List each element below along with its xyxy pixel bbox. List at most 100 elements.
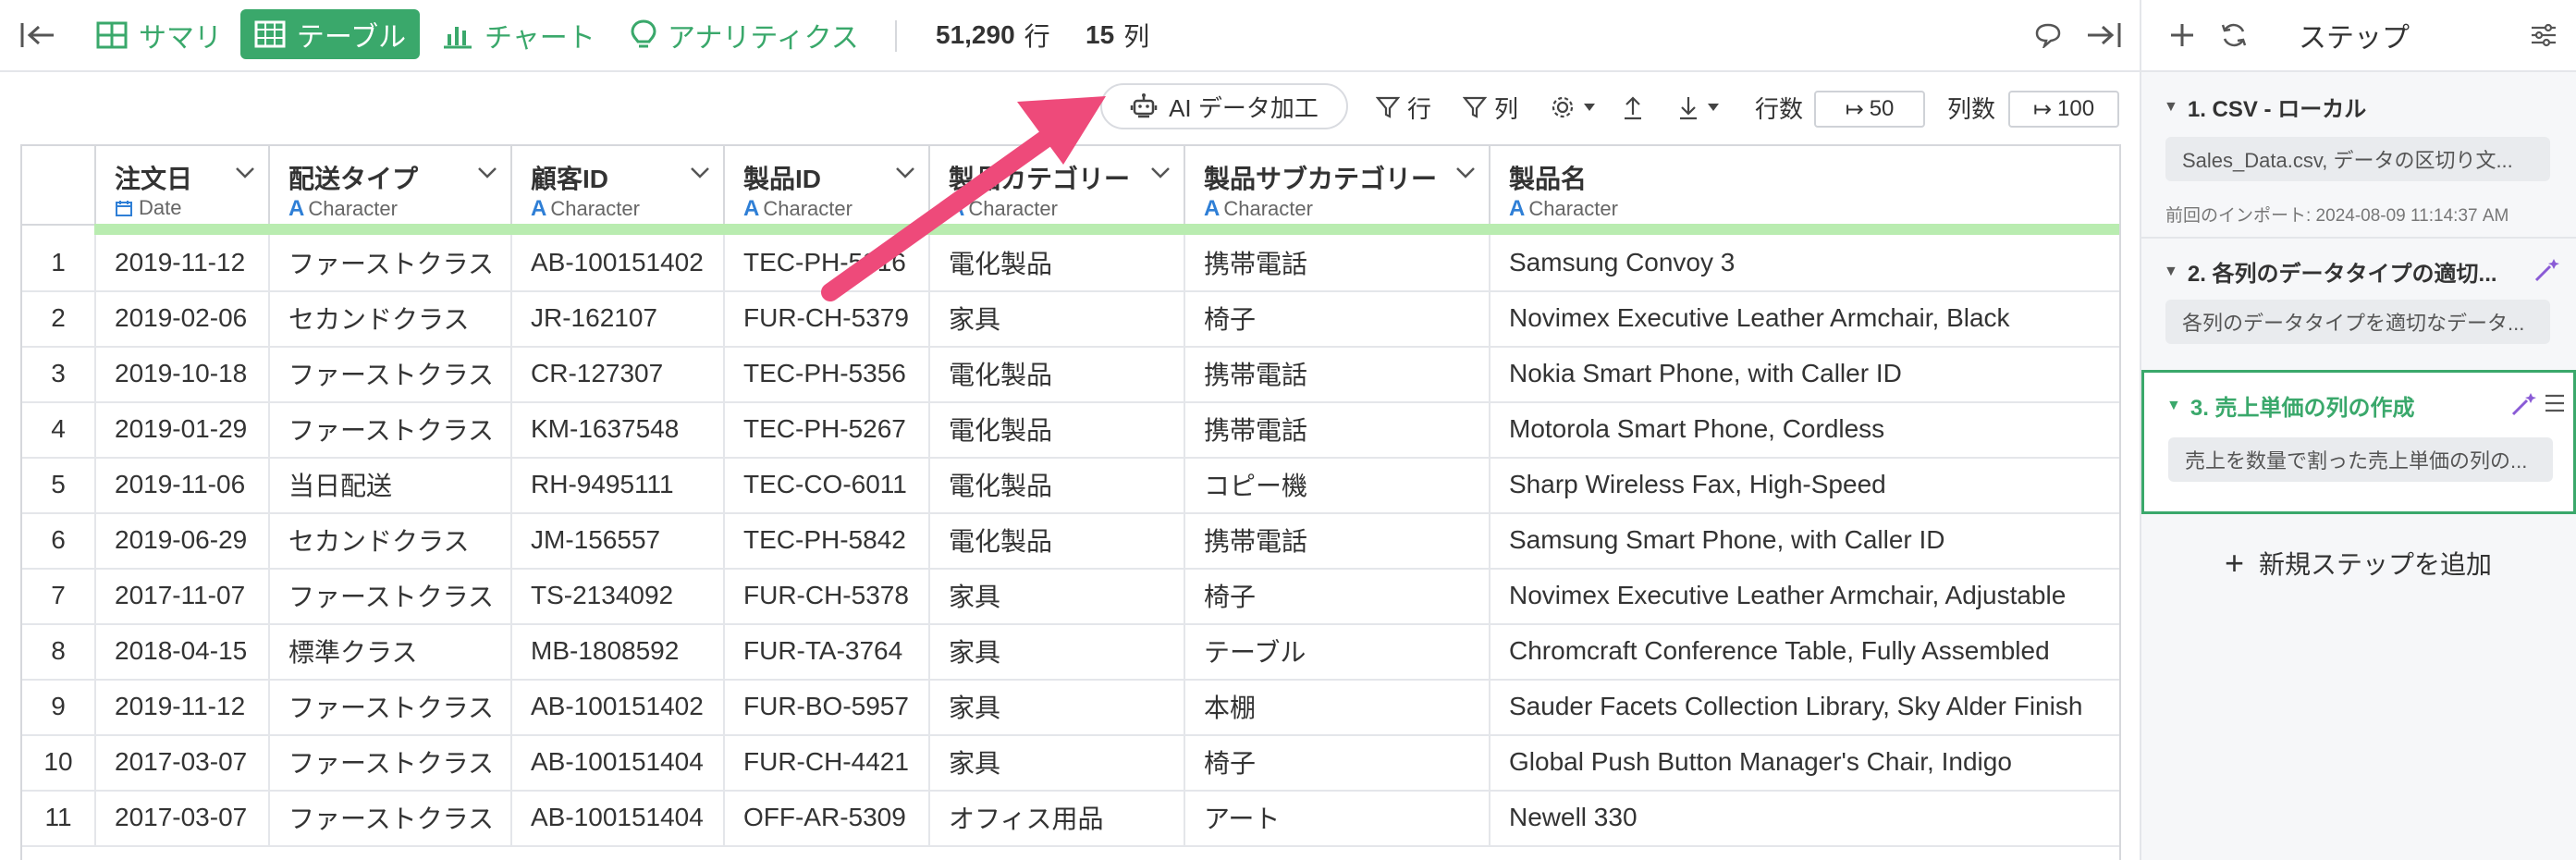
table-row[interactable]: 5 2019-11-06 当日配送 RH-9495111 TEC-CO-6011 電化製品… xyxy=(22,457,2119,514)
cell-customer-id[interactable]: AB-100151402 xyxy=(510,679,723,734)
chevron-down-icon[interactable] xyxy=(477,166,497,179)
cell-product-name[interactable]: Sharp Wireless Fax, High-Speed xyxy=(1489,457,2119,512)
cell-product-category[interactable]: オフィス用品 xyxy=(928,790,1184,845)
tab-table[interactable]: テーブル xyxy=(240,9,420,59)
table-row[interactable]: 3 2019-10-18 ファーストクラス CR-127307 TEC-PH-5356 電… xyxy=(22,346,2119,403)
upload-button[interactable] xyxy=(1622,72,1651,142)
cell-product-name[interactable]: Samsung Smart Phone, with Caller ID xyxy=(1489,512,2119,568)
cell-product-category[interactable]: 電化製品 xyxy=(928,235,1184,290)
collapse-left-icon[interactable] xyxy=(20,0,67,70)
cell-customer-id[interactable]: JM-156557 xyxy=(510,512,723,568)
cell-product-category[interactable]: 電化製品 xyxy=(928,401,1184,457)
cell-shipping-type[interactable]: ファーストクラス xyxy=(268,235,510,290)
magic-wand-icon[interactable] xyxy=(2510,391,2536,417)
column-header-product-name[interactable]: 製品名 A Character xyxy=(1489,146,2119,224)
sliders-icon[interactable] xyxy=(2530,0,2569,70)
cell-product-id[interactable]: FUR-CH-4421 xyxy=(723,734,928,790)
cell-customer-id[interactable]: AB-100151404 xyxy=(510,734,723,790)
columns-limit-input[interactable]: ↦ 100 xyxy=(2008,91,2119,128)
column-header-order-date[interactable]: 注文日 Date xyxy=(94,146,268,224)
cell-order-date[interactable]: 2019-11-12 xyxy=(94,679,268,734)
column-header-shipping-type[interactable]: 配送タイプ A Character xyxy=(268,146,510,224)
cell-product-id[interactable]: OFF-AR-5309 xyxy=(723,790,928,845)
cell-shipping-type[interactable]: ファーストクラス xyxy=(268,346,510,401)
table-row[interactable]: 8 2018-04-15 標準クラス MB-1808592 FUR-TA-3764 家具テ… xyxy=(22,623,2119,681)
settings-dropdown[interactable] xyxy=(1550,72,1603,142)
cell-shipping-type[interactable]: ファーストクラス xyxy=(268,734,510,790)
cell-product-category[interactable]: 家具 xyxy=(928,290,1184,346)
add-icon[interactable] xyxy=(2169,0,2206,70)
cell-order-date[interactable]: 2019-11-06 xyxy=(94,457,268,512)
cell-product-id[interactable]: TEC-CO-6011 xyxy=(723,457,928,512)
cell-product-category[interactable]: 家具 xyxy=(928,679,1184,734)
cell-shipping-type[interactable]: セカンドクラス xyxy=(268,512,510,568)
table-row[interactable]: 1 2019-11-12 ファーストクラス AB-100151402 TEC-PH-58… xyxy=(22,235,2119,292)
cell-order-date[interactable]: 2017-03-07 xyxy=(94,734,268,790)
cell-product-category[interactable]: 電化製品 xyxy=(928,457,1184,512)
cell-customer-id[interactable]: KM-1637548 xyxy=(510,401,723,457)
cell-order-date[interactable]: 2019-11-12 xyxy=(94,235,268,290)
magic-wand-icon[interactable] xyxy=(2533,257,2559,283)
filter-column-button[interactable]: 列 xyxy=(1463,72,1518,142)
cell-product-name[interactable]: Newell 330 xyxy=(1489,790,2119,845)
chevron-down-icon[interactable] xyxy=(690,166,710,179)
download-dropdown[interactable] xyxy=(1677,72,1727,142)
cell-shipping-type[interactable]: 標準クラス xyxy=(268,623,510,679)
cell-product-subcategory[interactable]: 椅子 xyxy=(1184,568,1489,623)
cell-order-date[interactable]: 2018-04-15 xyxy=(94,623,268,679)
cell-product-subcategory[interactable]: コピー機 xyxy=(1184,457,1489,512)
cell-product-name[interactable]: Nokia Smart Phone, with Caller ID xyxy=(1489,346,2119,401)
cell-order-date[interactable]: 2017-03-07 xyxy=(94,790,268,845)
cell-shipping-type[interactable]: ファーストクラス xyxy=(268,790,510,845)
cell-product-name[interactable]: Motorola Smart Phone, Cordless xyxy=(1489,401,2119,457)
column-header-product-subcategory[interactable]: 製品サブカテゴリー A Character xyxy=(1184,146,1489,224)
collapse-right-icon[interactable] xyxy=(2086,0,2132,70)
column-header-product-category[interactable]: 製品カテゴリー A Character xyxy=(928,146,1184,224)
cell-product-name[interactable]: Chromcraft Conference Table, Fully Assem… xyxy=(1489,623,2119,679)
cell-product-category[interactable]: 電化製品 xyxy=(928,512,1184,568)
tab-analytics[interactable]: アナリティクス xyxy=(631,0,859,70)
cell-order-date[interactable]: 2019-10-18 xyxy=(94,346,268,401)
ai-data-processing-button[interactable]: AI データ加工 xyxy=(1100,83,1348,129)
cell-customer-id[interactable]: AB-100151402 xyxy=(510,235,723,290)
cell-product-subcategory[interactable]: 携帯電話 xyxy=(1184,346,1489,401)
cell-customer-id[interactable]: RH-9495111 xyxy=(510,457,723,512)
cell-customer-id[interactable]: CR-127307 xyxy=(510,346,723,401)
cell-order-date[interactable]: 2019-02-06 xyxy=(94,290,268,346)
cell-customer-id[interactable]: JR-162107 xyxy=(510,290,723,346)
cell-shipping-type[interactable]: 当日配送 xyxy=(268,457,510,512)
table-row[interactable]: 2 2019-02-06 セカンドクラス JR-162107 FUR-CH-5379 家具… xyxy=(22,290,2119,348)
cell-order-date[interactable]: 2017-11-07 xyxy=(94,568,268,623)
cell-customer-id[interactable]: AB-100151404 xyxy=(510,790,723,845)
filter-row-button[interactable]: 行 xyxy=(1376,72,1431,142)
chevron-down-icon[interactable] xyxy=(1150,166,1171,179)
cell-product-name[interactable]: Novimex Executive Leather Armchair, Blac… xyxy=(1489,290,2119,346)
cell-product-subcategory[interactable]: アート xyxy=(1184,790,1489,845)
cell-product-id[interactable]: TEC-PH-5816 xyxy=(723,235,928,290)
cell-product-name[interactable]: Samsung Convoy 3 xyxy=(1489,235,2119,290)
cell-product-category[interactable]: 家具 xyxy=(928,568,1184,623)
menu-icon[interactable] xyxy=(2544,393,2566,413)
cell-product-id[interactable]: FUR-CH-5378 xyxy=(723,568,928,623)
cell-order-date[interactable]: 2019-06-29 xyxy=(94,512,268,568)
column-header-product-id[interactable]: 製品ID A Character xyxy=(723,146,928,224)
cell-shipping-type[interactable]: セカンドクラス xyxy=(268,290,510,346)
table-row[interactable]: 9 2019-11-12 ファーストクラス AB-100151402 FUR-BO-59… xyxy=(22,679,2119,736)
cell-product-name[interactable]: Global Push Button Manager's Chair, Indi… xyxy=(1489,734,2119,790)
cell-product-id[interactable]: TEC-PH-5356 xyxy=(723,346,928,401)
tab-summary[interactable]: サマリ xyxy=(96,0,222,70)
cell-product-id[interactable]: FUR-CH-5379 xyxy=(723,290,928,346)
table-row[interactable]: 6 2019-06-29 セカンドクラス JM-156557 TEC-PH-5842 電化… xyxy=(22,512,2119,570)
cell-product-subcategory[interactable]: 本棚 xyxy=(1184,679,1489,734)
table-row[interactable]: 10 2017-03-07 ファーストクラス AB-100151404 FUR-CH-4… xyxy=(22,734,2119,792)
cell-customer-id[interactable]: TS-2134092 xyxy=(510,568,723,623)
column-header-customer-id[interactable]: 顧客ID A Character xyxy=(510,146,723,224)
cell-product-subcategory[interactable]: 携帯電話 xyxy=(1184,401,1489,457)
cell-product-category[interactable]: 家具 xyxy=(928,623,1184,679)
table-row[interactable]: 11 2017-03-07 ファーストクラス AB-100151404 OFF-AR-5… xyxy=(22,790,2119,847)
cell-product-id[interactable]: FUR-TA-3764 xyxy=(723,623,928,679)
step-unit-price-column[interactable]: ▼ 3. 売上単価の列の作成 売上を数量で割った売上単価の列の... xyxy=(2141,370,2576,514)
rows-limit-input[interactable]: ↦ 50 xyxy=(1814,91,1925,128)
chevron-down-icon[interactable] xyxy=(895,166,915,179)
cell-product-subcategory[interactable]: 携帯電話 xyxy=(1184,235,1489,290)
